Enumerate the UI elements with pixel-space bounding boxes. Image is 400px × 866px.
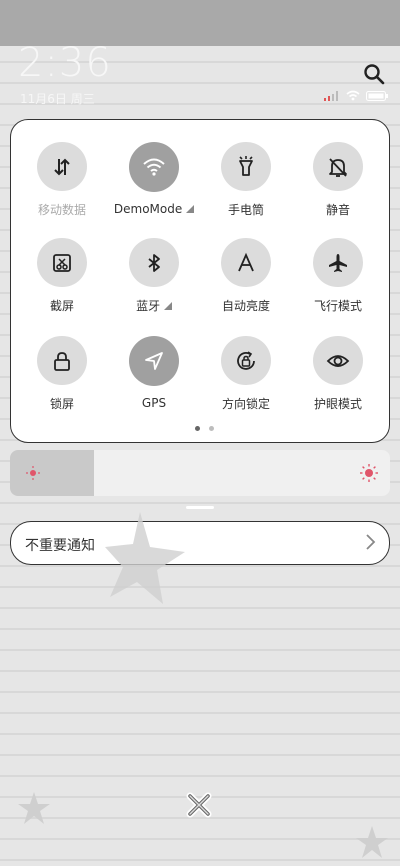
- gps-toggle[interactable]: [129, 336, 179, 386]
- mobile-data-icon: [54, 158, 70, 175]
- status-icons: [324, 90, 388, 101]
- page-indicator: [189, 426, 219, 442]
- auto-brightness-icon: [238, 252, 254, 271]
- tile-airplane[interactable]: 飞行模式: [291, 216, 385, 314]
- eye-icon: [326, 354, 350, 367]
- tile-label-bluetooth: 蓝牙: [136, 297, 172, 314]
- wifi-toggle[interactable]: [129, 142, 179, 192]
- background-star-icon: [356, 826, 388, 858]
- wifi-icon: [143, 158, 165, 176]
- mute-bell-icon: [329, 157, 347, 177]
- background-star-icon: [18, 792, 50, 824]
- brightness-slider[interactable]: [10, 450, 390, 496]
- mobile-data-toggle[interactable]: [37, 142, 87, 191]
- background-star-icon: [105, 512, 185, 604]
- page-dot-active: [194, 426, 200, 431]
- tile-mute[interactable]: 静音: [291, 120, 385, 218]
- tile-auto-brightness[interactable]: 自动亮度: [199, 216, 293, 314]
- tile-label: 蓝牙: [136, 299, 161, 313]
- tile-eye-protection[interactable]: 护眼模式: [291, 314, 385, 412]
- rotation-lock-icon: [237, 350, 255, 370]
- tile-lock-screen[interactable]: 锁屏: [15, 314, 109, 412]
- chevron-right-icon: [366, 534, 376, 550]
- tile-label: 自动亮度: [221, 299, 270, 313]
- airplane-toggle[interactable]: [313, 238, 363, 287]
- brightness-high-icon: [360, 464, 378, 482]
- arrow-corner-icon: [163, 302, 172, 310]
- tile-wifi[interactable]: DemoMode: [107, 120, 201, 218]
- bluetooth-toggle[interactable]: [129, 238, 179, 287]
- screenshot-icon: [53, 253, 71, 272]
- tile-bluetooth[interactable]: 蓝牙: [107, 216, 201, 314]
- tile-label: 护眼模式: [313, 397, 362, 411]
- lock-icon: [54, 351, 70, 371]
- search-icon[interactable]: [362, 62, 386, 86]
- date-label: 11月6日 周三: [20, 92, 95, 106]
- tile-label: 方向锁定: [221, 397, 270, 411]
- brightness-low-icon: [26, 466, 40, 480]
- flashlight-icon: [239, 155, 253, 176]
- airplane-icon: [329, 253, 347, 272]
- tile-rotation-lock[interactable]: 方向锁定: [199, 314, 293, 412]
- tile-label-wifi: DemoMode: [113, 202, 195, 216]
- mute-toggle[interactable]: [313, 142, 363, 191]
- location-arrow-icon: [145, 352, 163, 370]
- brightness-fill: [10, 450, 94, 496]
- page-dot: [208, 426, 214, 431]
- quick-settings-panel: 移动数据 DemoMode 手电筒 静音 截屏 蓝牙 自动亮度 飞行模式 锁屏 …: [10, 119, 390, 443]
- tile-label: DemoMode: [113, 202, 183, 216]
- tile-mobile-data[interactable]: 移动数据: [15, 120, 109, 218]
- auto-brightness-toggle[interactable]: [221, 238, 271, 287]
- rotation-lock-toggle[interactable]: [221, 336, 271, 385]
- bluetooth-icon: [148, 253, 160, 272]
- screenshot-toggle[interactable]: [37, 238, 87, 287]
- tile-screenshot[interactable]: 截屏: [15, 216, 109, 314]
- unimportant-notifications-row[interactable]: 不重要通知: [10, 521, 390, 565]
- tile-label: 锁屏: [49, 397, 74, 411]
- tile-label: 飞行模式: [313, 299, 362, 313]
- eye-protection-toggle[interactable]: [313, 336, 363, 385]
- flashlight-toggle[interactable]: [221, 142, 271, 191]
- close-icon[interactable]: [186, 792, 212, 818]
- signal-icon: [324, 90, 338, 101]
- arrow-corner-icon: [186, 205, 195, 213]
- wifi-status-icon: [346, 90, 360, 101]
- tile-label: 截屏: [49, 299, 74, 313]
- tile-flashlight[interactable]: 手电筒: [199, 120, 293, 218]
- clock-time: 2:36: [18, 40, 112, 86]
- drag-handle[interactable]: [186, 506, 214, 509]
- battery-icon: [366, 90, 388, 101]
- tile-gps[interactable]: GPS: [107, 314, 201, 412]
- notification-label: 不重要通知: [25, 538, 95, 554]
- lock-screen-toggle[interactable]: [37, 336, 87, 385]
- tile-label: GPS: [141, 396, 167, 410]
